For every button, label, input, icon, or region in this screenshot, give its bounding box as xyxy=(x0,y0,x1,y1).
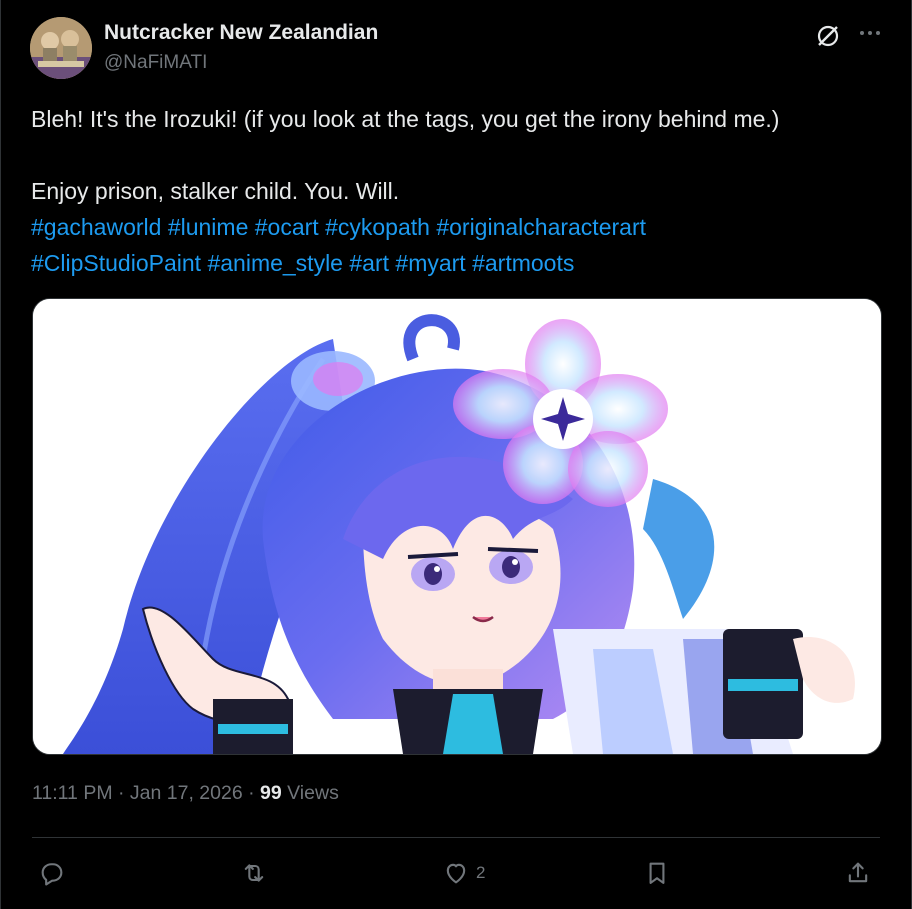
post-header: Nutcracker New Zealandian @NaFiMATI xyxy=(30,17,882,81)
views-count: 99 xyxy=(260,782,282,804)
bookmark-icon xyxy=(649,862,665,884)
repost-icon xyxy=(244,864,264,882)
repost-button[interactable] xyxy=(240,858,268,888)
hashtag-link[interactable]: #ocart xyxy=(255,214,319,240)
post-date[interactable]: Jan 17, 2026 xyxy=(130,782,243,804)
hashtag-link[interactable]: #originalcharacterart xyxy=(436,214,646,240)
post-line-2: Enjoy prison, stalker child. You. Will. xyxy=(31,178,400,204)
hashtag-row-1: #gachaworld #lunime #ocart #cykopath #or… xyxy=(31,209,883,245)
hashtag-link[interactable]: #artmoots xyxy=(472,250,574,276)
author-name[interactable]: Nutcracker New Zealandian xyxy=(104,21,378,45)
share-button[interactable] xyxy=(844,858,872,888)
post-text: Bleh! It's the Irozuki! (if you look at … xyxy=(31,101,883,281)
divider xyxy=(32,837,880,838)
hashtag-link[interactable]: #cykopath xyxy=(325,214,430,240)
post-image[interactable] xyxy=(32,298,882,755)
avatar[interactable] xyxy=(30,17,92,79)
hashtag-row-2: #ClipStudioPaint #anime_style #art #myar… xyxy=(31,245,883,281)
reply-button[interactable] xyxy=(38,858,66,888)
post-time[interactable]: 11:11 PM xyxy=(32,782,113,804)
hashtag-link[interactable]: #lunime xyxy=(168,214,249,240)
more-icon[interactable] xyxy=(856,19,884,47)
post-meta: 11:11 PM · Jan 17, 2026 · 99 Views xyxy=(32,782,339,805)
reply-icon xyxy=(41,863,63,886)
hashtag-link[interactable]: #ClipStudioPaint xyxy=(31,250,201,276)
action-bar: 2 xyxy=(32,848,880,898)
meta-separator: · xyxy=(242,782,261,804)
like-button[interactable]: 2 xyxy=(442,858,485,888)
left-border xyxy=(0,0,1,909)
meta-separator: · xyxy=(112,782,130,804)
hashtag-link[interactable]: #anime_style xyxy=(207,250,343,276)
share-icon xyxy=(848,862,868,883)
grok-icon[interactable] xyxy=(815,23,841,49)
like-count: 2 xyxy=(476,863,486,882)
hashtag-link[interactable]: #myart xyxy=(395,250,465,276)
views-label: Views xyxy=(281,782,339,804)
hashtag-link[interactable]: #gachaworld xyxy=(31,214,161,240)
like-icon xyxy=(446,863,466,884)
post-line-1: Bleh! It's the Irozuki! (if you look at … xyxy=(31,106,780,132)
hashtag-link[interactable]: #art xyxy=(349,250,389,276)
author-handle[interactable]: @NaFiMATI xyxy=(104,52,207,74)
bookmark-button[interactable] xyxy=(643,858,671,888)
